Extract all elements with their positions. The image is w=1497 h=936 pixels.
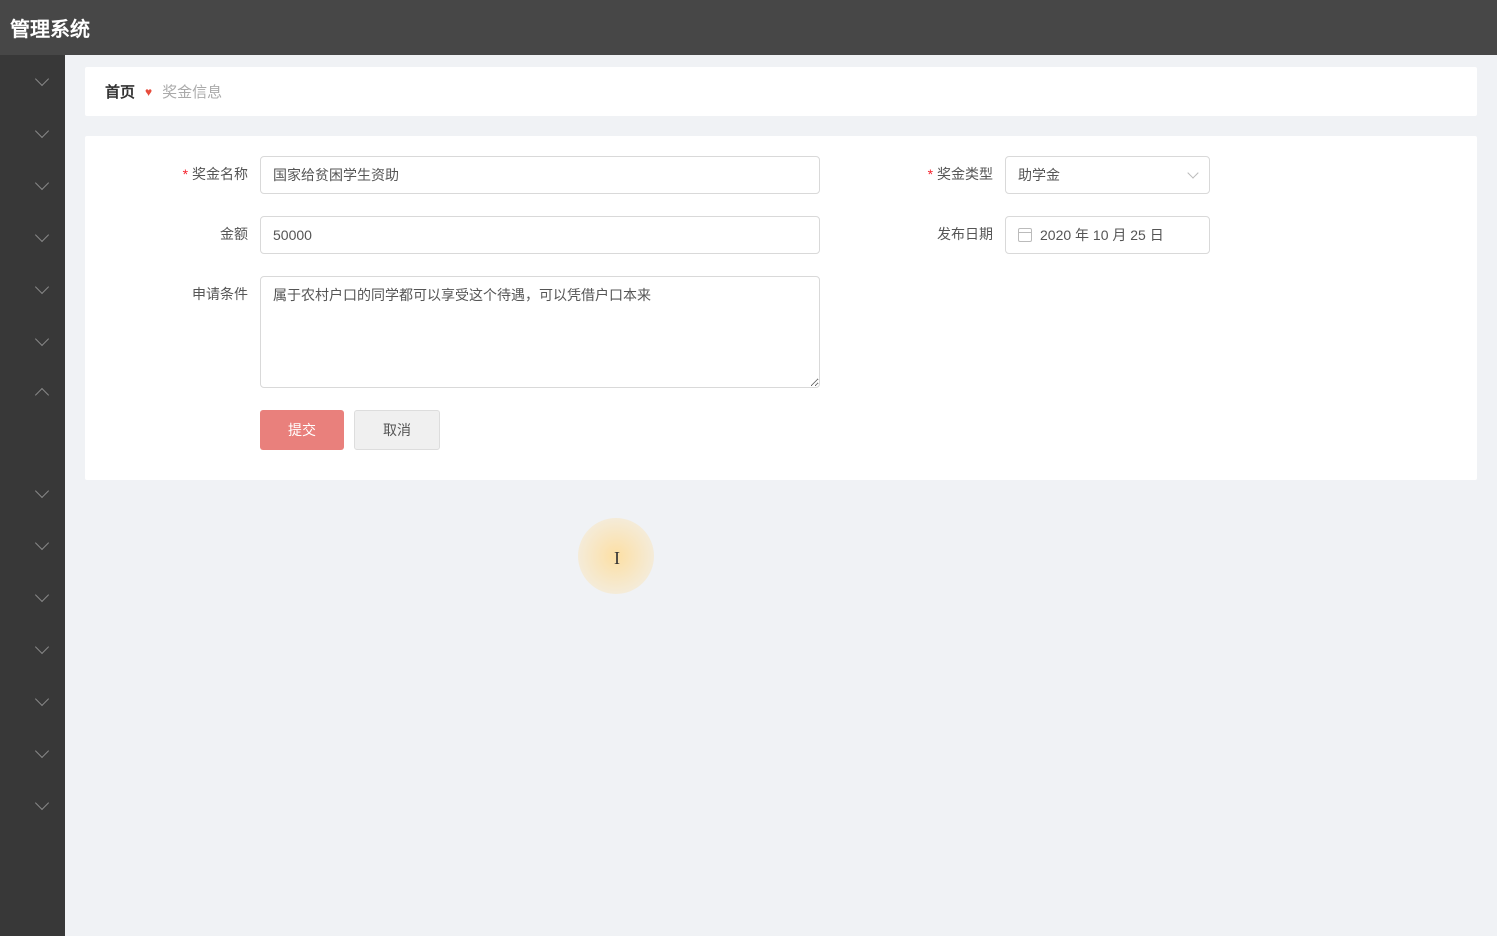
main-content: 首页 ♥ 奖金信息 奖金名称 奖金类型 助学金 [65, 55, 1497, 936]
form-card: 奖金名称 奖金类型 助学金 金额 发布日期 [85, 136, 1477, 480]
type-select-value: 助学金 [1018, 165, 1060, 185]
submit-button[interactable]: 提交 [260, 410, 344, 450]
app-header: 管理系统 [0, 0, 1497, 55]
sidebar-item-3[interactable] [0, 211, 65, 263]
chevron-down-icon [35, 176, 49, 190]
condition-textarea[interactable] [260, 276, 820, 388]
chevron-down-icon [35, 536, 49, 550]
breadcrumb: 首页 ♥ 奖金信息 [85, 67, 1477, 116]
name-input[interactable] [260, 156, 820, 194]
chevron-down-icon [35, 588, 49, 602]
amount-label: 金额 [105, 216, 260, 244]
cancel-button[interactable]: 取消 [354, 410, 440, 450]
date-label: 发布日期 [925, 216, 1005, 244]
chevron-down-icon [35, 72, 49, 86]
sidebar-item-7[interactable] [0, 467, 65, 519]
chevron-down-icon [35, 796, 49, 810]
type-select[interactable]: 助学金 [1005, 156, 1210, 194]
type-label: 奖金类型 [925, 156, 1005, 184]
date-value: 2020 年 10 月 25 日 [1040, 225, 1164, 245]
chevron-up-icon [35, 388, 49, 402]
amount-input[interactable] [260, 216, 820, 254]
app-title: 管理系统 [10, 13, 90, 42]
sidebar-item-10[interactable] [0, 623, 65, 675]
sidebar-item-2[interactable] [0, 159, 65, 211]
heart-icon: ♥ [145, 85, 152, 99]
sidebar-item-6[interactable] [0, 367, 65, 419]
name-label: 奖金名称 [105, 156, 260, 184]
chevron-down-icon [1187, 167, 1198, 178]
chevron-down-icon [35, 640, 49, 654]
chevron-down-icon [35, 484, 49, 498]
sidebar-item-0[interactable] [0, 55, 65, 107]
sidebar-spacer [0, 419, 65, 467]
condition-label: 申请条件 [105, 276, 260, 304]
chevron-down-icon [35, 280, 49, 294]
chevron-down-icon [35, 744, 49, 758]
sidebar-item-1[interactable] [0, 107, 65, 159]
sidebar-item-9[interactable] [0, 571, 65, 623]
calendar-icon [1018, 228, 1032, 242]
text-cursor-icon: I [614, 548, 620, 569]
breadcrumb-current: 奖金信息 [162, 81, 222, 102]
cursor-highlight [578, 518, 654, 594]
sidebar-item-11[interactable] [0, 675, 65, 727]
breadcrumb-home[interactable]: 首页 [105, 81, 135, 102]
chevron-down-icon [35, 692, 49, 706]
sidebar-item-8[interactable] [0, 519, 65, 571]
sidebar-item-13[interactable] [0, 779, 65, 831]
date-picker[interactable]: 2020 年 10 月 25 日 [1005, 216, 1210, 254]
sidebar-item-12[interactable] [0, 727, 65, 779]
chevron-down-icon [35, 124, 49, 138]
sidebar-item-4[interactable] [0, 263, 65, 315]
sidebar-item-5[interactable] [0, 315, 65, 367]
chevron-down-icon [35, 228, 49, 242]
chevron-down-icon [35, 332, 49, 346]
sidebar [0, 55, 65, 936]
